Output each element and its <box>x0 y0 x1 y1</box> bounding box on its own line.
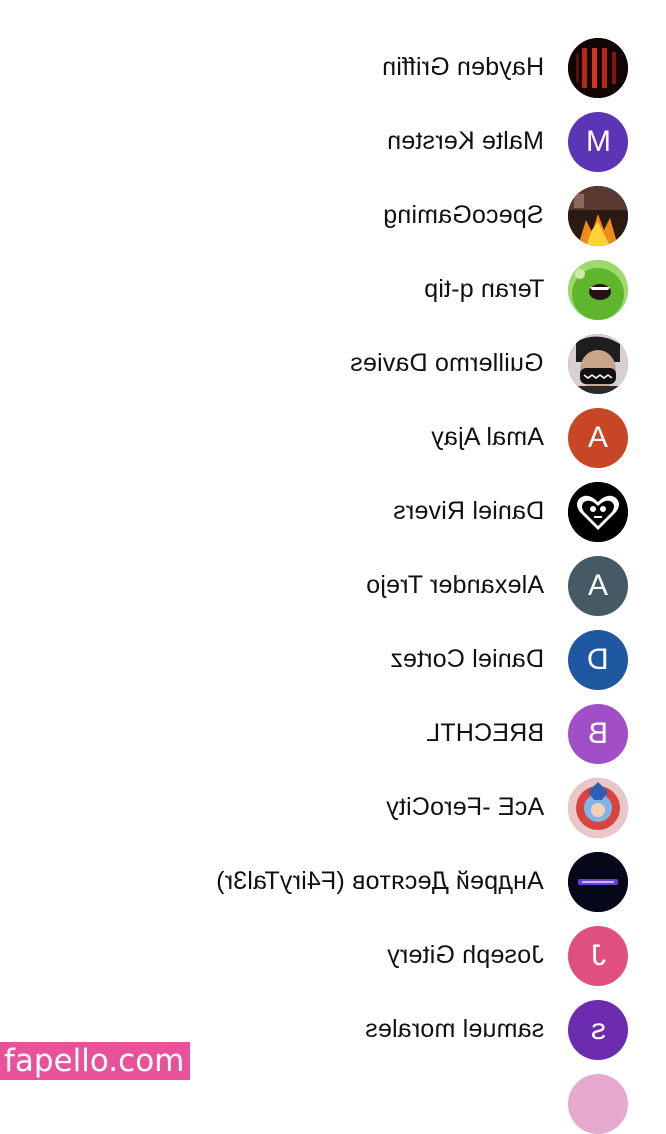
user-name[interactable]: Malte Kersten <box>387 127 544 156</box>
anime-character-avatar[interactable] <box>568 778 628 838</box>
avatar-initial: B <box>587 717 608 750</box>
user-name[interactable]: Daniel Rivers <box>393 497 544 526</box>
avatar-initial: M <box>585 125 611 158</box>
avatar[interactable]: B <box>568 704 628 764</box>
user-name[interactable]: Joseph Gitery <box>387 941 544 970</box>
user-name[interactable]: Amal Ajay <box>431 423 544 452</box>
list-item[interactable]: M Malte Kersten <box>0 105 666 179</box>
list-item[interactable]: Андрей Десятов (F4iryTal3r) <box>0 845 666 919</box>
list-item[interactable]: J Joseph Gitery <box>0 919 666 993</box>
user-name[interactable]: Андрей Десятов (F4iryTal3r) <box>216 867 544 896</box>
list-item[interactable]: A Alexander Trejo <box>0 549 666 623</box>
avatar[interactable]: D <box>568 630 628 690</box>
list-item[interactable]: SpecoGaming <box>0 179 666 253</box>
avatar[interactable] <box>568 1074 628 1134</box>
dark-red-game-art-avatar[interactable] <box>568 38 628 98</box>
user-name[interactable]: Hayden Griffin <box>382 53 544 82</box>
user-name[interactable]: SpecoGaming <box>383 201 544 230</box>
list-item[interactable]: D Daniel Cortez <box>0 623 666 697</box>
user-name[interactable]: Daniel Cortez <box>390 645 544 674</box>
avatar[interactable]: J <box>568 926 628 986</box>
avatar-initial: D <box>587 643 609 676</box>
user-name[interactable]: samuel morales <box>365 1015 544 1044</box>
avatar-initial: J <box>590 939 606 972</box>
list-item[interactable]: Teran q-tip <box>0 253 666 327</box>
fire-scene-avatar[interactable] <box>568 186 628 246</box>
avatar[interactable]: A <box>568 408 628 468</box>
dark-logo-avatar[interactable] <box>568 852 628 912</box>
list-item[interactable]: Daniel Rivers <box>0 475 666 549</box>
masked-person-avatar[interactable] <box>568 334 628 394</box>
avatar[interactable]: s <box>568 1000 628 1060</box>
avatar-initial: A <box>587 569 608 602</box>
user-name[interactable]: Alexander Trejo <box>366 571 544 600</box>
watermark-label: fapello.com <box>0 1042 191 1080</box>
user-name[interactable]: AcE -FeroCity <box>386 793 544 822</box>
user-name[interactable]: Teran q-tip <box>424 275 544 304</box>
list-item[interactable]: A Amal Ajay <box>0 401 666 475</box>
list-item[interactable]: AcE -FeroCity <box>0 771 666 845</box>
avatar[interactable]: M <box>568 112 628 172</box>
avatar-initial: A <box>587 421 608 454</box>
list-item[interactable]: Hayden Griffin <box>0 31 666 105</box>
heart-skull-avatar[interactable] <box>568 482 628 542</box>
avatar-initial: s <box>590 1013 606 1046</box>
green-monster-avatar[interactable] <box>568 260 628 320</box>
user-name[interactable]: Guillermo Davies <box>350 349 544 378</box>
avatar[interactable]: A <box>568 556 628 616</box>
subscriber-list: Hayden Griffin M Malte Kersten SpecoGaming T… <box>0 31 666 1067</box>
list-item[interactable]: Guillermo Davies <box>0 327 666 401</box>
user-name[interactable]: BRECHTL <box>426 719 544 748</box>
list-item[interactable]: B BRECHTL <box>0 697 666 771</box>
